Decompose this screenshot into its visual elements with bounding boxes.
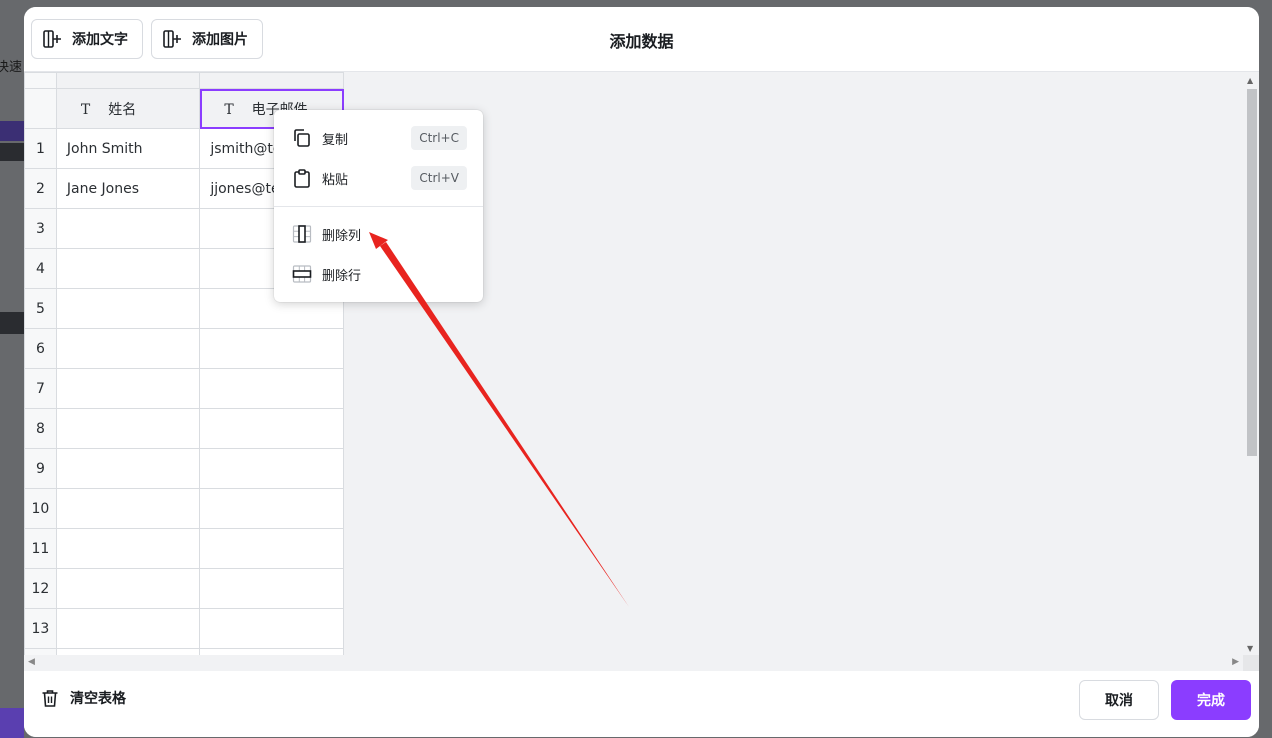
table-cell[interactable] [55, 408, 201, 449]
table-cell[interactable] [199, 568, 344, 609]
row-number[interactable]: 3 [24, 208, 57, 249]
menu-divider [274, 206, 483, 207]
horizontal-scrollbar[interactable]: ◀ ▶ [24, 655, 1259, 671]
row-number[interactable]: 1 [24, 128, 57, 169]
corner-cell [24, 72, 57, 89]
background-band [0, 708, 24, 738]
modal-footer: 清空表格 取消 完成 [24, 671, 1259, 737]
delete-column-icon [292, 225, 312, 243]
scroll-up-icon[interactable]: ▲ [1247, 76, 1253, 85]
row-number[interactable]: 9 [24, 448, 57, 489]
table-cell[interactable]: Jane Jones [55, 168, 201, 209]
done-button[interactable]: 完成 [1171, 680, 1251, 720]
row-number[interactable]: 10 [24, 488, 57, 529]
row-number[interactable]: 13 [24, 608, 57, 649]
table-cell[interactable]: John Smith [55, 128, 201, 169]
menu-item-paste[interactable]: 粘贴 Ctrl+V [274, 158, 483, 198]
scrollbar-corner [1243, 655, 1259, 671]
scroll-right-icon[interactable]: ▶ [1232, 657, 1239, 667]
copy-icon [294, 129, 310, 147]
row-number[interactable]: 8 [24, 408, 57, 449]
menu-item-delete-row[interactable]: 删除行 [274, 254, 483, 294]
table-row: 13 [24, 608, 344, 649]
menu-item-label: 粘贴 [322, 172, 349, 188]
row-number[interactable]: 11 [24, 528, 57, 569]
table-cell[interactable] [199, 408, 344, 449]
table-row: 11 [24, 528, 344, 569]
clear-table-button[interactable]: 清空表格 [40, 688, 126, 708]
menu-item-label: 删除行 [322, 268, 362, 284]
table-cell[interactable] [55, 608, 201, 649]
menu-item-label: 复制 [322, 132, 349, 148]
clipboard-icon [294, 169, 310, 188]
background-band [0, 143, 24, 161]
table-cell[interactable] [199, 488, 344, 529]
row-number[interactable]: 12 [24, 568, 57, 609]
table-cell[interactable] [55, 568, 201, 609]
background-text: 决速 [0, 60, 23, 75]
add-data-modal: 添加文字 添加图片 添加数据 T 姓名 T 1 John Smith jsmit… [24, 7, 1259, 737]
menu-item-label: 删除列 [322, 228, 362, 244]
menu-item-delete-column[interactable]: 删除列 [274, 214, 483, 254]
row-number[interactable]: 4 [24, 248, 57, 289]
table-cell[interactable] [55, 528, 201, 569]
table-cell[interactable] [199, 368, 344, 409]
shortcut-badge: Ctrl+C [411, 126, 467, 150]
table-row: 8 [24, 408, 344, 449]
column-spacer [55, 72, 201, 89]
table-top-spacer [24, 72, 344, 89]
background-band [0, 121, 24, 141]
header-corner [24, 88, 57, 129]
scroll-down-icon[interactable]: ▼ [1247, 644, 1253, 653]
table-cell[interactable] [55, 328, 201, 369]
column-header-label: 姓名 [108, 101, 137, 118]
text-type-icon: T [80, 101, 91, 118]
row-number[interactable]: 6 [24, 328, 57, 369]
table-row: 10 [24, 488, 344, 529]
table-cell[interactable] [199, 528, 344, 569]
table-cell[interactable] [55, 368, 201, 409]
shortcut-badge: Ctrl+V [411, 166, 467, 190]
table-row: 9 [24, 448, 344, 489]
menu-item-copy[interactable]: 复制 Ctrl+C [274, 118, 483, 158]
modal-body: T姓名 T电子邮件 1 John Smith jsmith@te 2 Jane … [24, 72, 1259, 671]
cancel-button[interactable]: 取消 [1079, 680, 1159, 720]
trash-icon [42, 690, 58, 707]
row-number[interactable]: 2 [24, 168, 57, 209]
clear-table-label: 清空表格 [70, 691, 126, 707]
background-band [0, 312, 24, 334]
table-cell[interactable] [199, 448, 344, 489]
table-cell[interactable] [55, 208, 201, 249]
table-cell[interactable] [55, 448, 201, 489]
table-row: 7 [24, 368, 344, 409]
row-number[interactable]: 7 [24, 368, 57, 409]
table-cell[interactable] [55, 248, 201, 289]
table-cell[interactable] [55, 488, 201, 529]
table-cell[interactable] [199, 328, 344, 369]
scrollbar-thumb[interactable] [1247, 89, 1257, 456]
scroll-left-icon[interactable]: ◀ [28, 657, 35, 667]
table-row: 6 [24, 328, 344, 369]
modal-title: 添加数据 [609, 32, 674, 51]
modal-header: 添加文字 添加图片 添加数据 [24, 7, 1259, 72]
text-type-icon: T [224, 101, 234, 118]
table-row: 12 [24, 568, 344, 609]
column-header-name[interactable]: T 姓名 [55, 88, 201, 129]
table-cell[interactable] [55, 288, 201, 329]
delete-row-icon [292, 265, 312, 283]
vertical-scrollbar[interactable]: ▲ ▼ [1243, 72, 1259, 655]
table-cell[interactable] [199, 608, 344, 649]
row-number[interactable]: 5 [24, 288, 57, 329]
column-spacer [199, 72, 344, 89]
context-menu: 复制 Ctrl+C 粘贴 Ctrl+V 删除列 删除行 [274, 110, 483, 302]
